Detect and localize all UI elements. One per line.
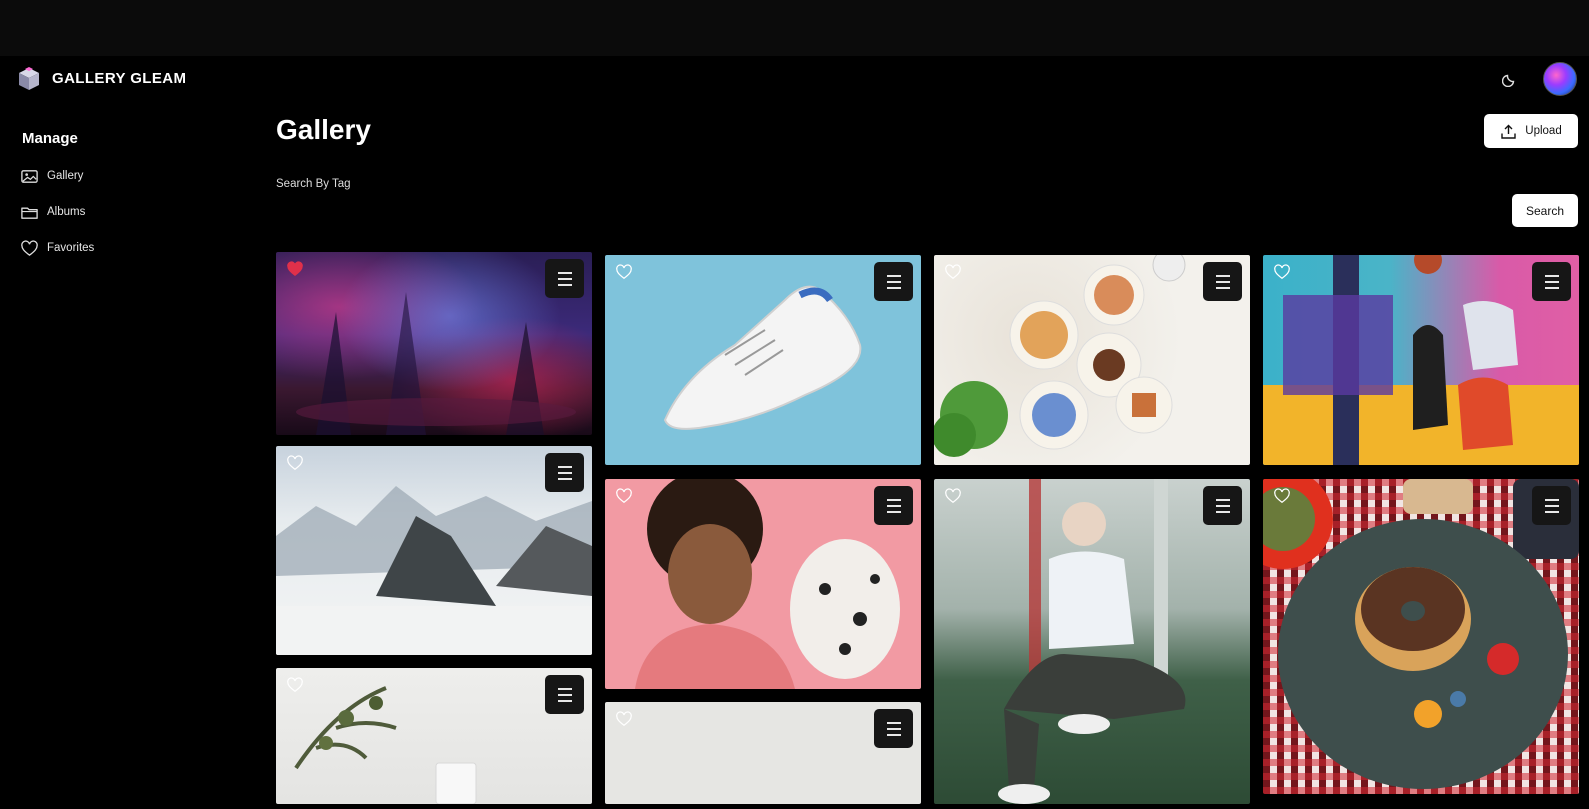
image-menu-button[interactable] — [874, 709, 913, 748]
favorite-heart-icon[interactable] — [286, 260, 304, 278]
image-icon — [21, 169, 38, 183]
image-card-plant[interactable] — [276, 668, 592, 804]
sidebar-item-gallery[interactable]: Gallery — [20, 164, 83, 188]
theme-toggle-button[interactable] — [1497, 66, 1523, 92]
menu-icon — [557, 686, 572, 704]
image-card-basketball[interactable] — [1263, 255, 1579, 465]
moon-icon — [1502, 74, 1515, 87]
menu-icon — [1215, 273, 1230, 291]
image-menu-button[interactable] — [545, 453, 584, 492]
search-label: Search By Tag — [276, 178, 351, 190]
image-menu-button[interactable] — [1203, 486, 1242, 525]
favorite-heart-icon[interactable] — [615, 710, 633, 728]
favorite-heart-icon[interactable] — [1273, 487, 1291, 505]
menu-icon — [886, 497, 901, 515]
page-title: Gallery — [276, 114, 371, 145]
sidebar: Manage Gallery Albums Favorites — [0, 104, 250, 809]
sidebar-title: Manage — [22, 130, 78, 147]
donut-image — [1263, 479, 1579, 789]
logo-icon — [19, 67, 39, 90]
image-card-mountain[interactable] — [276, 446, 592, 655]
heart-icon — [21, 239, 38, 256]
image-card-shoe[interactable] — [605, 255, 921, 465]
search-button[interactable]: Search — [1512, 194, 1578, 227]
image-card-woman-dog[interactable] — [605, 479, 921, 689]
favorite-heart-icon[interactable] — [286, 676, 304, 694]
folder-icon — [21, 207, 38, 219]
menu-icon — [1544, 497, 1559, 515]
app-name: GALLERY GLEAM — [52, 70, 187, 87]
menu-icon — [1544, 273, 1559, 291]
image-menu-button[interactable] — [1532, 486, 1571, 525]
menu-icon — [886, 273, 901, 291]
favorite-heart-icon[interactable] — [944, 263, 962, 281]
menu-icon — [886, 720, 901, 738]
favorite-heart-icon[interactable] — [1273, 263, 1291, 281]
sidebar-item-albums[interactable]: Albums — [20, 200, 85, 224]
image-card-food[interactable] — [934, 255, 1250, 465]
favorite-heart-icon[interactable] — [944, 487, 962, 505]
favorite-heart-icon[interactable] — [286, 454, 304, 472]
app-header: GALLERY GLEAM — [0, 56, 1589, 104]
search-input[interactable] — [276, 193, 1501, 227]
avatar[interactable] — [1543, 62, 1577, 96]
woman-court-image — [998, 479, 1186, 804]
image-menu-button[interactable] — [1203, 262, 1242, 301]
sidebar-item-label: Favorites — [47, 242, 95, 254]
upload-button[interactable]: Upload — [1484, 114, 1578, 148]
image-menu-button[interactable] — [545, 675, 584, 714]
sidebar-item-label: Albums — [47, 206, 86, 218]
image-card-donut[interactable] — [1263, 479, 1579, 794]
menu-icon — [557, 270, 572, 288]
image-menu-button[interactable] — [545, 259, 584, 298]
image-menu-button[interactable] — [874, 486, 913, 525]
upload-label: Upload — [1525, 125, 1562, 137]
menu-icon — [557, 464, 572, 482]
sidebar-item-favorites[interactable]: Favorites — [20, 236, 94, 260]
favorite-heart-icon[interactable] — [615, 263, 633, 281]
image-card-forest[interactable] — [276, 252, 592, 435]
image-menu-button[interactable] — [874, 262, 913, 301]
image-card-blank[interactable] — [605, 702, 921, 804]
image-card-woman-court[interactable] — [934, 479, 1250, 804]
window-top-bar — [0, 0, 1589, 56]
sidebar-item-label: Gallery — [47, 170, 84, 182]
image-menu-button[interactable] — [1532, 262, 1571, 301]
menu-icon — [1215, 497, 1230, 515]
favorite-heart-icon[interactable] — [615, 487, 633, 505]
upload-icon — [1501, 124, 1516, 139]
